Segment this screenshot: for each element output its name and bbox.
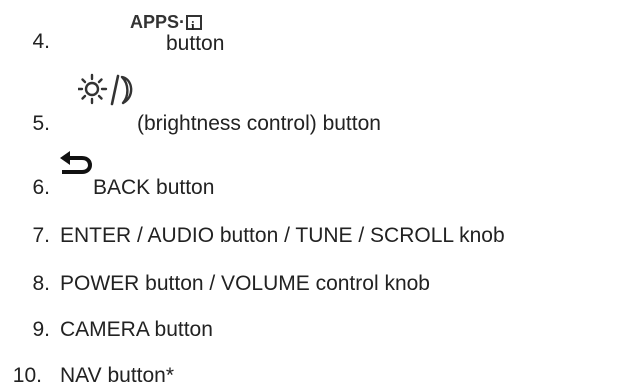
item-number: 9.	[32, 318, 50, 341]
button-legend-list: 4. APPS· button 5.	[0, 0, 637, 391]
item-label: ENTER / AUDIO button / TUNE / SCROLL kno…	[60, 224, 505, 247]
item-label: button	[166, 32, 225, 55]
brightness-sun-moon-icon	[76, 70, 136, 116]
info-box-icon	[186, 14, 203, 38]
apps-icon-label: APPS·	[130, 12, 186, 32]
item-label: POWER button / VOLUME control knob	[60, 272, 430, 295]
item-label: (brightness control) button	[137, 112, 381, 135]
item-label: NAV button*	[60, 364, 175, 387]
back-arrow-icon	[58, 150, 93, 186]
item-number: 7.	[32, 224, 50, 247]
item-number: 10.	[12, 364, 42, 387]
item-number: 6.	[32, 176, 50, 199]
item-label: CAMERA button	[60, 318, 213, 341]
apps-info-icon: APPS·	[130, 10, 203, 38]
item-number: 4.	[32, 30, 50, 53]
item-number: 5.	[32, 112, 50, 135]
item-label: BACK button	[93, 176, 215, 199]
item-number: 8.	[32, 272, 50, 295]
